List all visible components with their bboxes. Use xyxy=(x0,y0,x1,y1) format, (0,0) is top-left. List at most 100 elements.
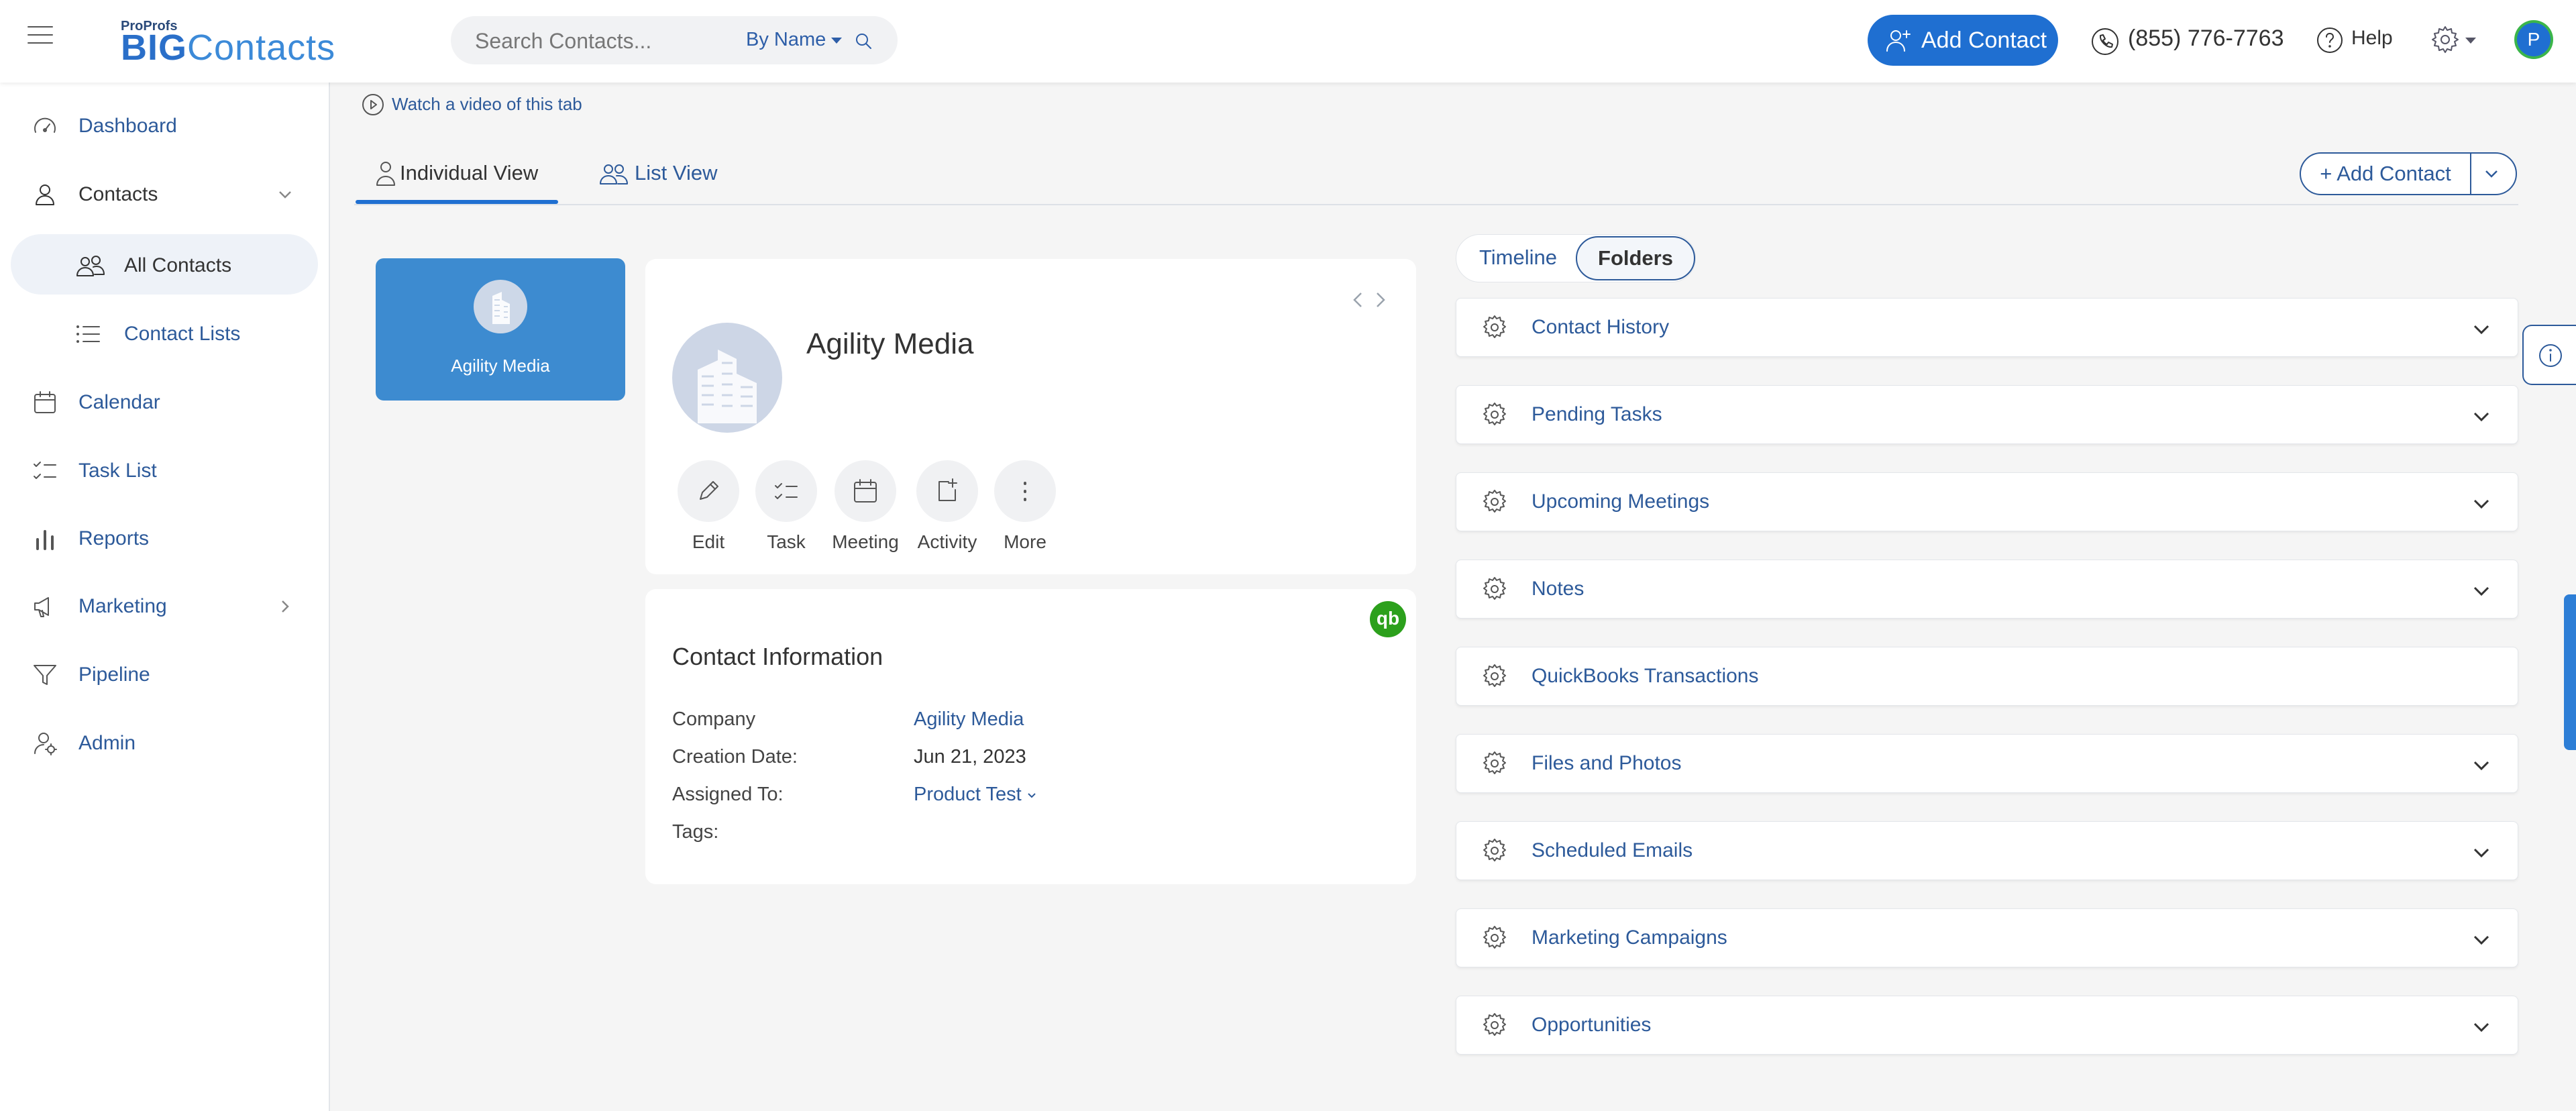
gear-icon[interactable] xyxy=(1481,575,1509,603)
gear-icon[interactable] xyxy=(1481,924,1509,952)
toggle-timeline[interactable]: Timeline xyxy=(1479,246,1557,270)
section-marketing-campaigns[interactable]: Marketing Campaigns xyxy=(1456,908,2518,967)
gear-icon[interactable] xyxy=(1481,837,1509,865)
user-avatar[interactable]: P xyxy=(2517,23,2551,56)
help-icon[interactable] xyxy=(2316,26,2344,54)
gear-icon[interactable] xyxy=(1481,1011,1509,1039)
chevron-down-icon xyxy=(2473,1022,2489,1033)
building-icon xyxy=(698,350,757,423)
section-notes[interactable]: Notes xyxy=(1456,560,2518,619)
sidebar-item-reports[interactable]: Reports xyxy=(0,514,329,561)
contact-card-name: Agility Media xyxy=(451,356,550,376)
sidebar: Dashboard Contacts All Contacts Contact … xyxy=(0,83,330,1111)
activity-icon xyxy=(938,478,957,501)
users-icon xyxy=(76,256,105,276)
sidebar-item-label: Marketing xyxy=(78,595,167,617)
sidebar-item-dashboard[interactable]: Dashboard xyxy=(0,101,329,148)
pencil-icon xyxy=(700,481,718,500)
search-input[interactable] xyxy=(474,27,718,55)
phone-number[interactable]: (855) 776-7763 xyxy=(2128,25,2284,52)
sidebar-item-label: Dashboard xyxy=(78,115,177,137)
help-link[interactable]: Help xyxy=(2351,27,2393,50)
search-icon[interactable] xyxy=(855,32,872,50)
sidebar-item-contacts[interactable]: Contacts xyxy=(0,170,329,217)
assigned-to-dropdown[interactable]: Product Test xyxy=(914,784,1038,806)
chevron-down-icon[interactable] xyxy=(2481,163,2502,184)
logo-rest: Contacts xyxy=(187,28,336,68)
gear-icon[interactable] xyxy=(1481,313,1509,341)
info-row-creation-date: Creation Date: Jun 21, 2023 xyxy=(672,746,1026,768)
section-files-and-photos[interactable]: Files and Photos xyxy=(1456,734,2518,793)
section-scheduled-emails[interactable]: Scheduled Emails xyxy=(1456,821,2518,880)
split-divider xyxy=(2470,154,2471,194)
users-icon xyxy=(600,164,628,184)
sidebar-item-label: Admin xyxy=(78,732,136,754)
sidebar-item-label: Contacts xyxy=(78,183,158,205)
toggle-folders[interactable]: Folders xyxy=(1576,236,1695,280)
add-contact-button[interactable]: + Add Contact xyxy=(2301,154,2470,194)
sidebar-item-label: Calendar xyxy=(78,391,160,413)
calendar-icon xyxy=(854,479,877,502)
sidebar-item-task-list[interactable]: Task List xyxy=(0,446,329,493)
gear-icon[interactable] xyxy=(1481,401,1509,429)
add-contact-button[interactable]: Add Contact xyxy=(1868,15,2058,66)
contact-name: Agility Media xyxy=(806,327,974,360)
chevron-right-icon[interactable] xyxy=(1373,290,1389,310)
company-avatar xyxy=(672,323,782,433)
bar-chart-icon xyxy=(36,530,54,550)
caret-down-icon xyxy=(831,37,843,44)
chevron-down-icon xyxy=(2473,761,2489,771)
sidebar-item-label: All Contacts xyxy=(124,254,232,276)
activity-action[interactable]: Activity xyxy=(904,460,985,552)
chevron-down-icon xyxy=(279,191,291,199)
gear-icon[interactable] xyxy=(2430,24,2461,55)
edit-action[interactable]: Edit xyxy=(665,460,746,552)
sidebar-item-all-contacts[interactable]: All Contacts xyxy=(0,241,329,288)
hamburger-menu-icon[interactable] xyxy=(25,20,55,50)
info-row-tags: Tags: xyxy=(672,821,719,843)
phone-icon[interactable] xyxy=(2090,27,2120,56)
logo-big: BIG xyxy=(121,28,188,68)
contact-list-card[interactable]: Agility Media xyxy=(376,258,625,401)
gear-icon[interactable] xyxy=(1481,749,1509,778)
gear-icon[interactable] xyxy=(1481,488,1509,516)
more-action[interactable]: More xyxy=(982,460,1063,552)
megaphone-icon xyxy=(34,597,49,617)
info-row-company: Company Agility Media xyxy=(672,708,1024,731)
sidebar-item-marketing[interactable]: Marketing xyxy=(0,582,329,629)
side-feedback-tab[interactable] xyxy=(2564,594,2576,750)
company-link[interactable]: Agility Media xyxy=(914,708,1024,731)
add-user-icon xyxy=(1886,30,1911,52)
section-opportunities[interactable]: Opportunities xyxy=(1456,996,2518,1055)
section-contact-history[interactable]: Contact History xyxy=(1456,298,2518,357)
contact-information-card: qb Contact Information Company Agility M… xyxy=(645,589,1416,884)
section-pending-tasks[interactable]: Pending Tasks xyxy=(1456,385,2518,444)
info-side-button[interactable] xyxy=(2522,325,2576,385)
search-by-dropdown[interactable]: By Name xyxy=(746,29,843,51)
meeting-action[interactable]: Meeting xyxy=(822,460,903,552)
contact-profile-card: Agility Media Edit Task Meeting Activity… xyxy=(645,259,1416,574)
chevron-down-icon xyxy=(2473,499,2489,509)
sidebar-item-admin[interactable]: Admin xyxy=(0,719,329,765)
gear-icon[interactable] xyxy=(1481,662,1509,690)
section-upcoming-meetings[interactable]: Upcoming Meetings xyxy=(1456,472,2518,531)
tab-label: Individual View xyxy=(400,161,539,184)
tab-individual-view[interactable]: Individual View xyxy=(356,154,558,205)
tab-list-view[interactable]: List View xyxy=(597,154,731,205)
contact-information-title: Contact Information xyxy=(672,643,883,670)
chevron-down-icon xyxy=(2473,325,2489,335)
play-circle-icon[interactable] xyxy=(361,93,385,117)
search-bar: By Name xyxy=(451,16,898,64)
sidebar-item-contact-lists[interactable]: Contact Lists xyxy=(0,309,329,356)
chevron-left-icon[interactable] xyxy=(1350,290,1366,310)
calendar-icon xyxy=(34,391,56,413)
sidebar-item-pipeline[interactable]: Pipeline xyxy=(0,650,329,697)
caret-down-icon[interactable] xyxy=(2465,38,2476,44)
watch-video-link[interactable]: Watch a video of this tab xyxy=(392,94,582,115)
task-action[interactable]: Task xyxy=(743,460,824,552)
section-quickbooks-transactions[interactable]: QuickBooks Transactions xyxy=(1456,647,2518,706)
sidebar-item-label: Contact Lists xyxy=(124,323,241,345)
sidebar-item-calendar[interactable]: Calendar xyxy=(0,378,329,425)
gauge-icon xyxy=(34,117,56,133)
quickbooks-icon[interactable]: qb xyxy=(1370,601,1406,637)
